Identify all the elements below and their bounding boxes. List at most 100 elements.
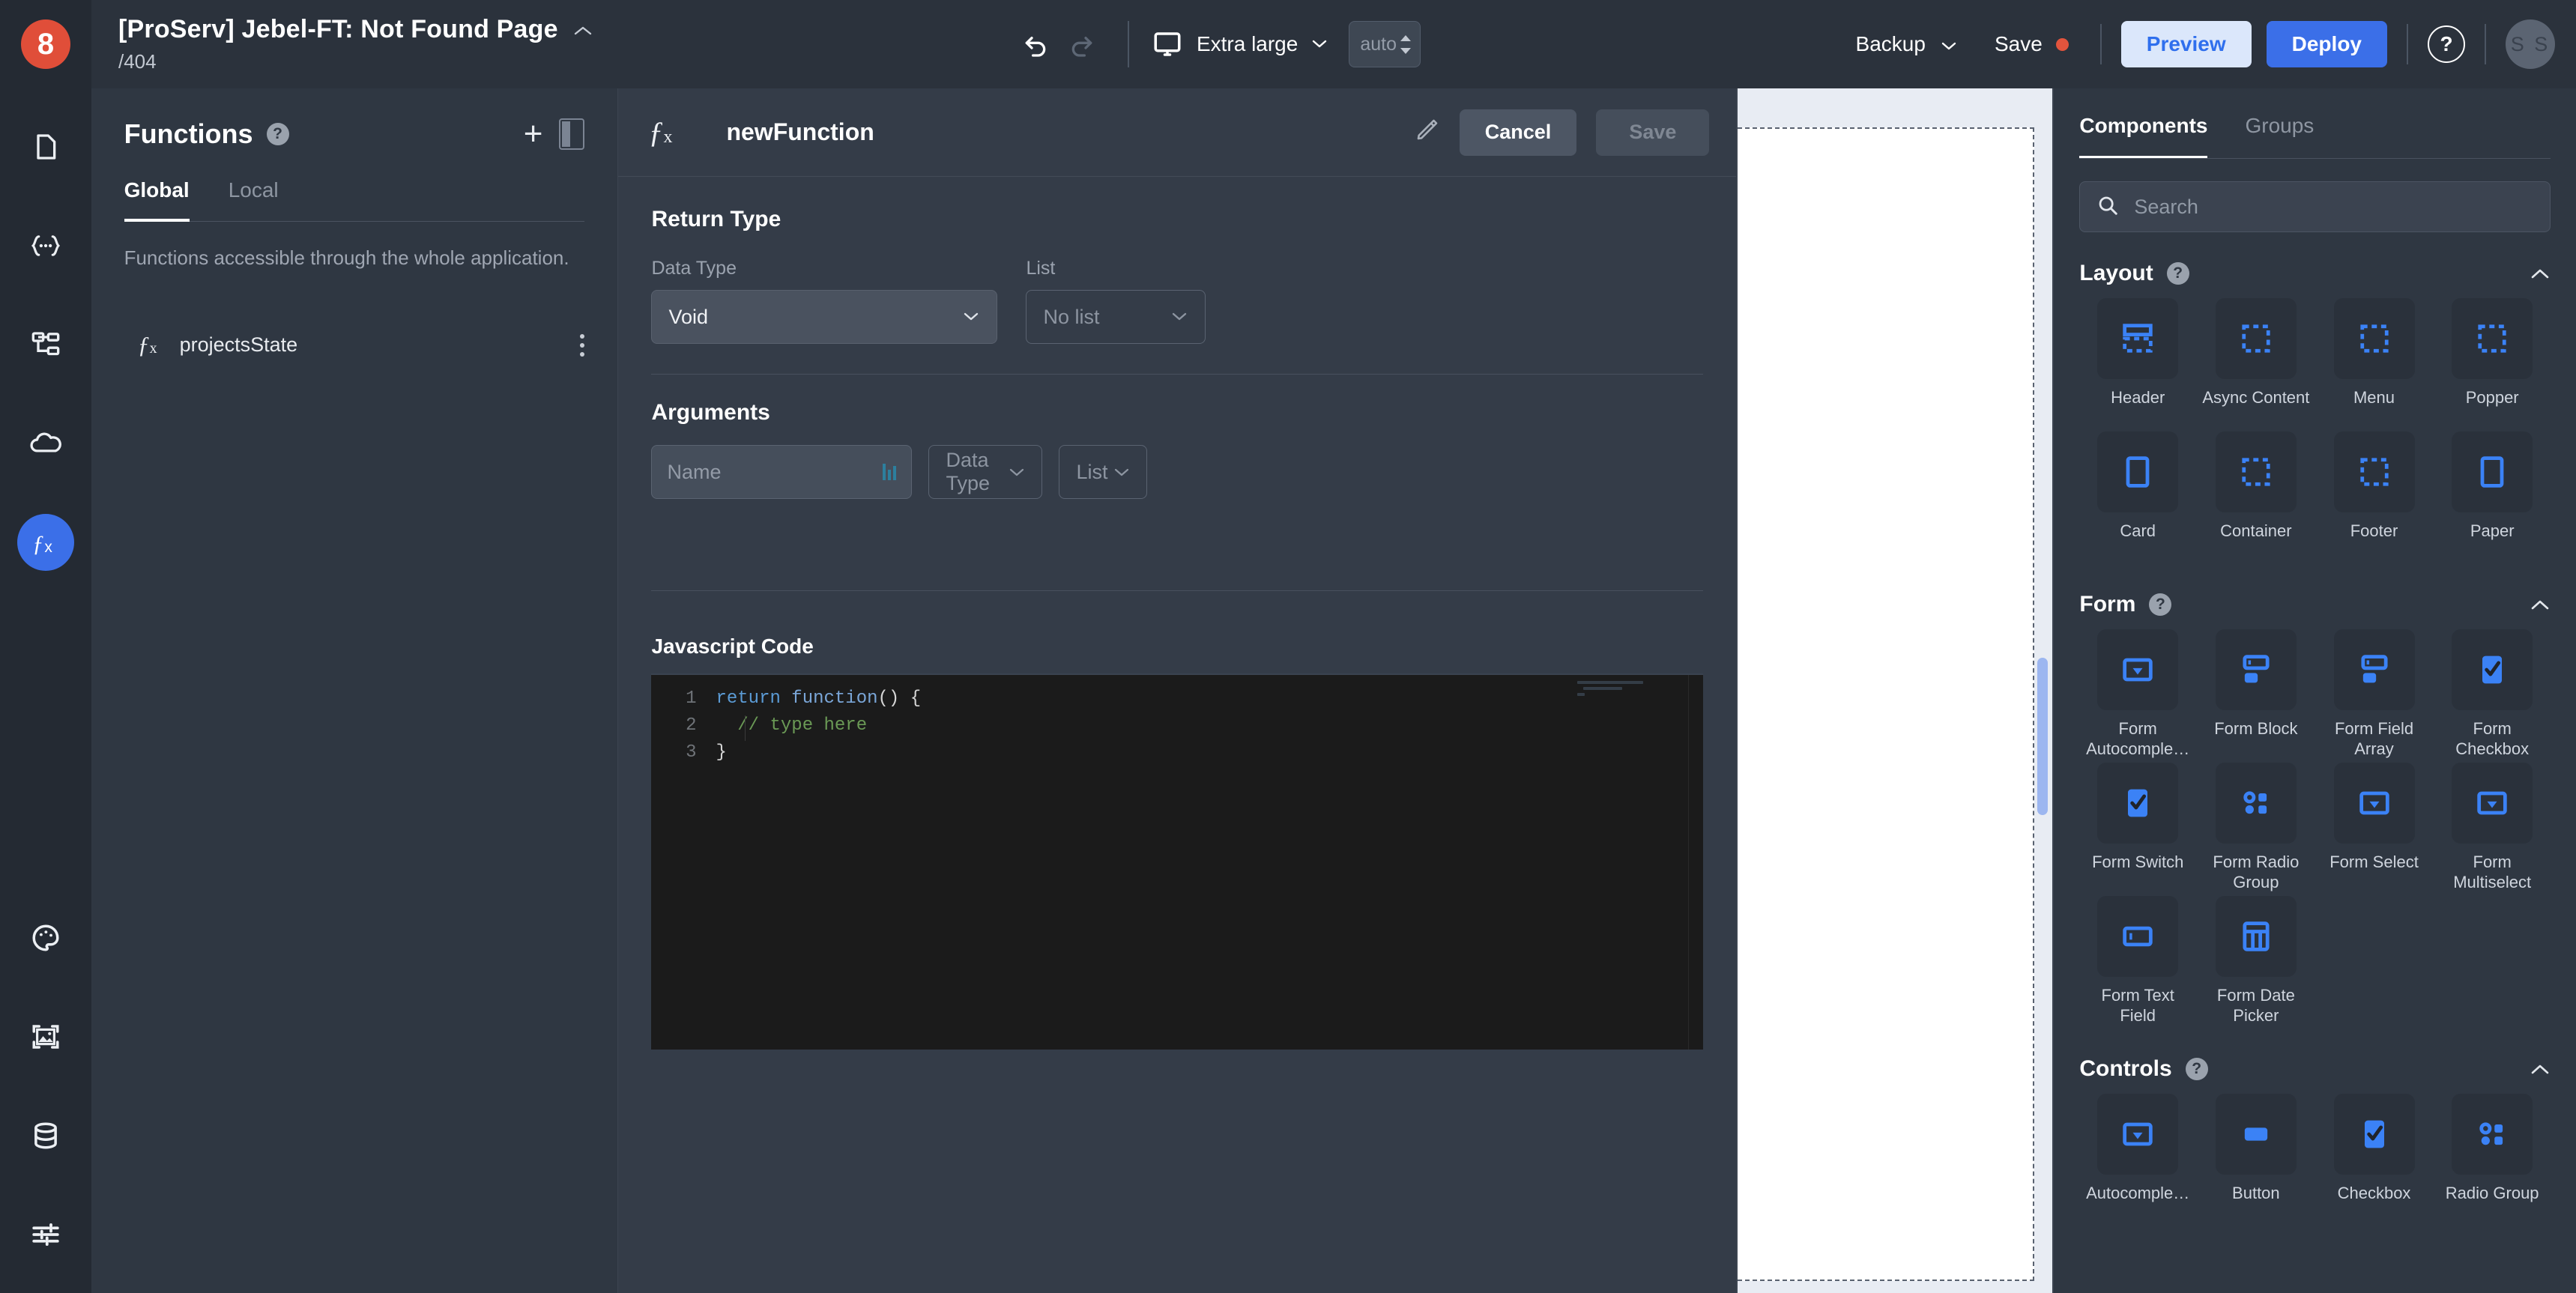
component-item[interactable]: Form Text Field [2079,896,2196,1028]
form-radio-group-icon[interactable] [2216,763,2297,844]
chevron-up-icon[interactable] [2530,1058,2551,1081]
component-item[interactable]: Form Multiselect [2434,763,2551,894]
component-item[interactable]: Autocomple… [2079,1094,2196,1226]
sidebar-item-theme[interactable] [17,909,74,966]
component-item[interactable]: Popper [2434,298,2551,430]
save-function-button[interactable]: Save [1596,109,1709,156]
component-item[interactable]: Form Autocomple… [2079,629,2196,761]
form-switch-icon[interactable] [2097,763,2178,844]
cancel-button[interactable]: Cancel [1460,109,1577,156]
form-select-icon[interactable] [2334,763,2415,844]
tab-groups[interactable]: Groups [2245,114,2314,159]
component-item[interactable]: Paper [2434,431,2551,563]
return-data-type-select[interactable]: Void [651,290,997,344]
button-icon[interactable] [2216,1094,2297,1175]
chevron-up-icon[interactable] [2530,262,2551,285]
component-item[interactable]: Menu [2316,298,2433,430]
form-text-field-icon[interactable] [2097,896,2178,977]
component-item[interactable]: Form Select [2316,763,2433,894]
return-list-select[interactable]: No list [1026,290,1206,344]
sidebar-item-variables[interactable] [17,217,74,274]
component-item[interactable]: Form Switch [2079,763,2196,894]
form-field-array-icon[interactable] [2334,629,2415,710]
help-icon[interactable]: ? [2167,262,2189,285]
component-item[interactable]: Form Checkbox [2434,629,2551,761]
component-item[interactable]: Form Field Array [2316,629,2433,761]
form-block-icon[interactable] [2216,629,2297,710]
checkbox-icon[interactable] [2334,1094,2415,1175]
form-multiselect-icon[interactable] [2452,763,2533,844]
chevron-up-icon[interactable] [2530,593,2551,617]
sidebar-item-database[interactable] [17,1107,74,1164]
search-input[interactable]: Search [2079,181,2551,232]
page-selector-caret-icon[interactable] [573,20,593,40]
page-canvas[interactable] [1738,127,2034,1281]
sidebar-item-assets[interactable] [17,1008,74,1065]
tab-global[interactable]: Global [124,178,190,222]
add-function-button[interactable]: + [524,124,543,145]
logo-area[interactable]: 8 [0,0,91,88]
help-icon[interactable]: ? [2428,25,2465,63]
component-item[interactable]: Checkbox [2316,1094,2433,1226]
component-item[interactable]: Container [2198,431,2315,563]
pencil-icon[interactable] [1415,117,1440,148]
argument-name-input[interactable]: Name [651,445,912,499]
component-group-header[interactable]: Layout? [2079,261,2551,286]
component-item[interactable]: Header [2079,298,2196,430]
component-item[interactable]: Async Content [2198,298,2315,430]
deploy-button[interactable]: Deploy [2267,21,2387,67]
binding-icon[interactable] [883,464,896,480]
component-item[interactable]: Form Date Picker [2198,896,2315,1028]
help-icon[interactable]: ? [2186,1058,2208,1080]
save-button[interactable]: Save [1983,32,2081,56]
toggle-panel-icon[interactable] [559,118,584,150]
code-scrollbar[interactable] [1688,675,1703,1050]
stepper-arrows-icon[interactable] [1399,34,1412,55]
avatar[interactable]: S S [2506,19,2555,69]
more-options-icon[interactable] [580,334,584,357]
component-group-header[interactable]: Form? [2079,592,2551,617]
sidebar-item-pages[interactable] [17,118,74,175]
component-item[interactable]: Radio Group [2434,1094,2551,1226]
container-icon[interactable] [2216,431,2297,512]
component-item[interactable]: Form Block [2198,629,2315,761]
sidebar-item-cloud[interactable] [17,415,74,472]
menu-icon[interactable] [2334,298,2415,379]
form-checkbox-icon[interactable] [2452,629,2533,710]
help-icon[interactable]: ? [267,123,289,145]
radio-group-icon[interactable] [2452,1094,2533,1175]
sidebar-item-component-tree[interactable] [17,316,74,373]
component-item[interactable]: Button [2198,1094,2315,1226]
footer-icon[interactable] [2334,431,2415,512]
card-icon[interactable] [2097,431,2178,512]
zoom-stepper[interactable]: auto [1349,21,1421,67]
code-minimap[interactable] [1577,681,1690,723]
header-icon[interactable] [2097,298,2178,379]
argument-data-type-select[interactable]: Data Type [928,445,1042,499]
argument-list-select[interactable]: List [1059,445,1147,499]
form-autocomplete-icon[interactable] [2097,629,2178,710]
undo-icon[interactable] [1012,21,1059,67]
canvas-scrollbar[interactable] [2037,658,2048,815]
redo-icon[interactable] [1059,21,1105,67]
preview-button[interactable]: Preview [2121,21,2252,67]
async-content-icon[interactable] [2216,298,2297,379]
app-logo[interactable]: 8 [21,19,70,69]
autocomplete-icon[interactable] [2097,1094,2178,1175]
backup-menu-button[interactable]: Backup [1841,32,1972,56]
sidebar-item-settings[interactable] [17,1206,74,1263]
component-group-header[interactable]: Controls? [2079,1056,2551,1082]
tab-components[interactable]: Components [2079,114,2207,159]
code-editor[interactable]: 1return function() {2 // type here3} [651,673,1703,1050]
component-item[interactable]: Form Radio Group [2198,763,2315,894]
component-item[interactable]: Card [2079,431,2196,563]
sidebar-item-functions[interactable]: ƒ x [17,514,74,571]
component-item[interactable]: Footer [2316,431,2433,563]
paper-icon[interactable] [2452,431,2533,512]
list-item[interactable]: ƒx projectsState [124,320,585,371]
viewport-size-selector[interactable]: Extra large [1152,28,1328,60]
tab-local[interactable]: Local [229,178,279,222]
help-icon[interactable]: ? [2149,593,2171,616]
popper-icon[interactable] [2452,298,2533,379]
form-date-picker-icon[interactable] [2216,896,2297,977]
